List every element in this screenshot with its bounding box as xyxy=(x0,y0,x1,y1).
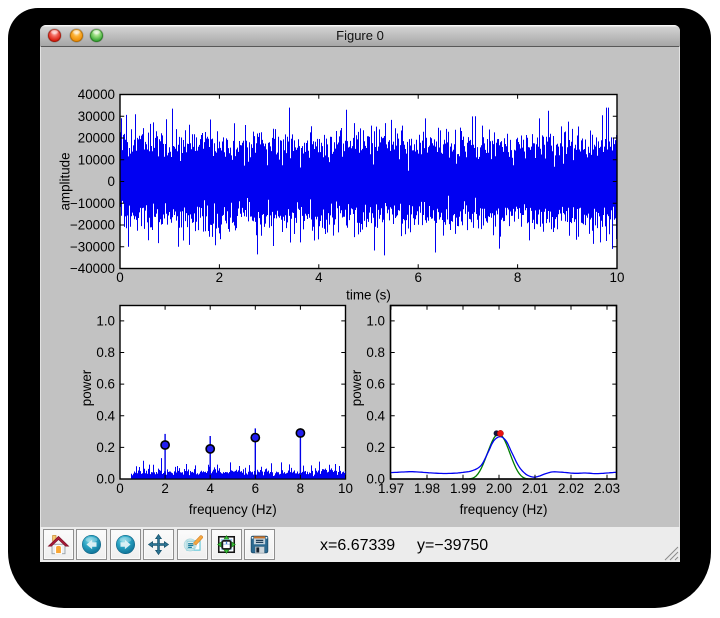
svg-text:2: 2 xyxy=(161,481,168,496)
svg-text:0.4: 0.4 xyxy=(366,408,385,423)
svg-text:8: 8 xyxy=(297,481,304,496)
svg-text:1.98: 1.98 xyxy=(414,481,440,496)
svg-text:6: 6 xyxy=(252,481,259,496)
svg-text:2.02: 2.02 xyxy=(558,481,584,496)
svg-text:power: power xyxy=(349,369,364,406)
svg-text:0.4: 0.4 xyxy=(96,408,115,423)
svg-text:4: 4 xyxy=(206,481,214,496)
svg-text:10: 10 xyxy=(338,481,353,496)
svg-text:40000: 40000 xyxy=(78,87,115,102)
svg-text:8: 8 xyxy=(514,270,521,285)
svg-text:1.97: 1.97 xyxy=(378,481,404,496)
svg-text:amplitude: amplitude xyxy=(58,152,73,210)
svg-text:6: 6 xyxy=(414,270,421,285)
svg-text:frequency (Hz): frequency (Hz) xyxy=(460,502,548,517)
svg-text:0.6: 0.6 xyxy=(366,377,385,392)
svg-text:time (s): time (s) xyxy=(346,288,391,303)
svg-text:2.01: 2.01 xyxy=(522,481,548,496)
svg-text:10: 10 xyxy=(610,270,625,285)
svg-text:1.99: 1.99 xyxy=(450,481,476,496)
svg-text:−20000: −20000 xyxy=(70,218,115,233)
svg-text:2: 2 xyxy=(216,270,223,285)
svg-text:−30000: −30000 xyxy=(70,239,115,254)
svg-text:1.0: 1.0 xyxy=(366,313,385,328)
svg-text:10000: 10000 xyxy=(78,152,115,167)
svg-text:30000: 30000 xyxy=(78,109,115,124)
svg-text:0.2: 0.2 xyxy=(366,440,385,455)
svg-text:frequency (Hz): frequency (Hz) xyxy=(189,502,277,517)
svg-text:1.0: 1.0 xyxy=(96,313,115,328)
svg-text:0.8: 0.8 xyxy=(366,345,385,360)
svg-text:0: 0 xyxy=(116,481,123,496)
svg-text:0.6: 0.6 xyxy=(96,377,115,392)
svg-text:−40000: −40000 xyxy=(70,261,115,276)
svg-text:−10000: −10000 xyxy=(70,196,115,211)
svg-text:0.8: 0.8 xyxy=(96,345,115,360)
svg-text:20000: 20000 xyxy=(78,131,115,146)
svg-text:0: 0 xyxy=(108,174,115,189)
svg-text:2.03: 2.03 xyxy=(594,481,620,496)
svg-text:4: 4 xyxy=(315,270,323,285)
svg-text:2.00: 2.00 xyxy=(486,481,512,496)
svg-text:0.0: 0.0 xyxy=(96,472,115,487)
svg-text:0.2: 0.2 xyxy=(96,440,115,455)
svg-text:0: 0 xyxy=(116,270,123,285)
svg-text:power: power xyxy=(79,369,94,406)
